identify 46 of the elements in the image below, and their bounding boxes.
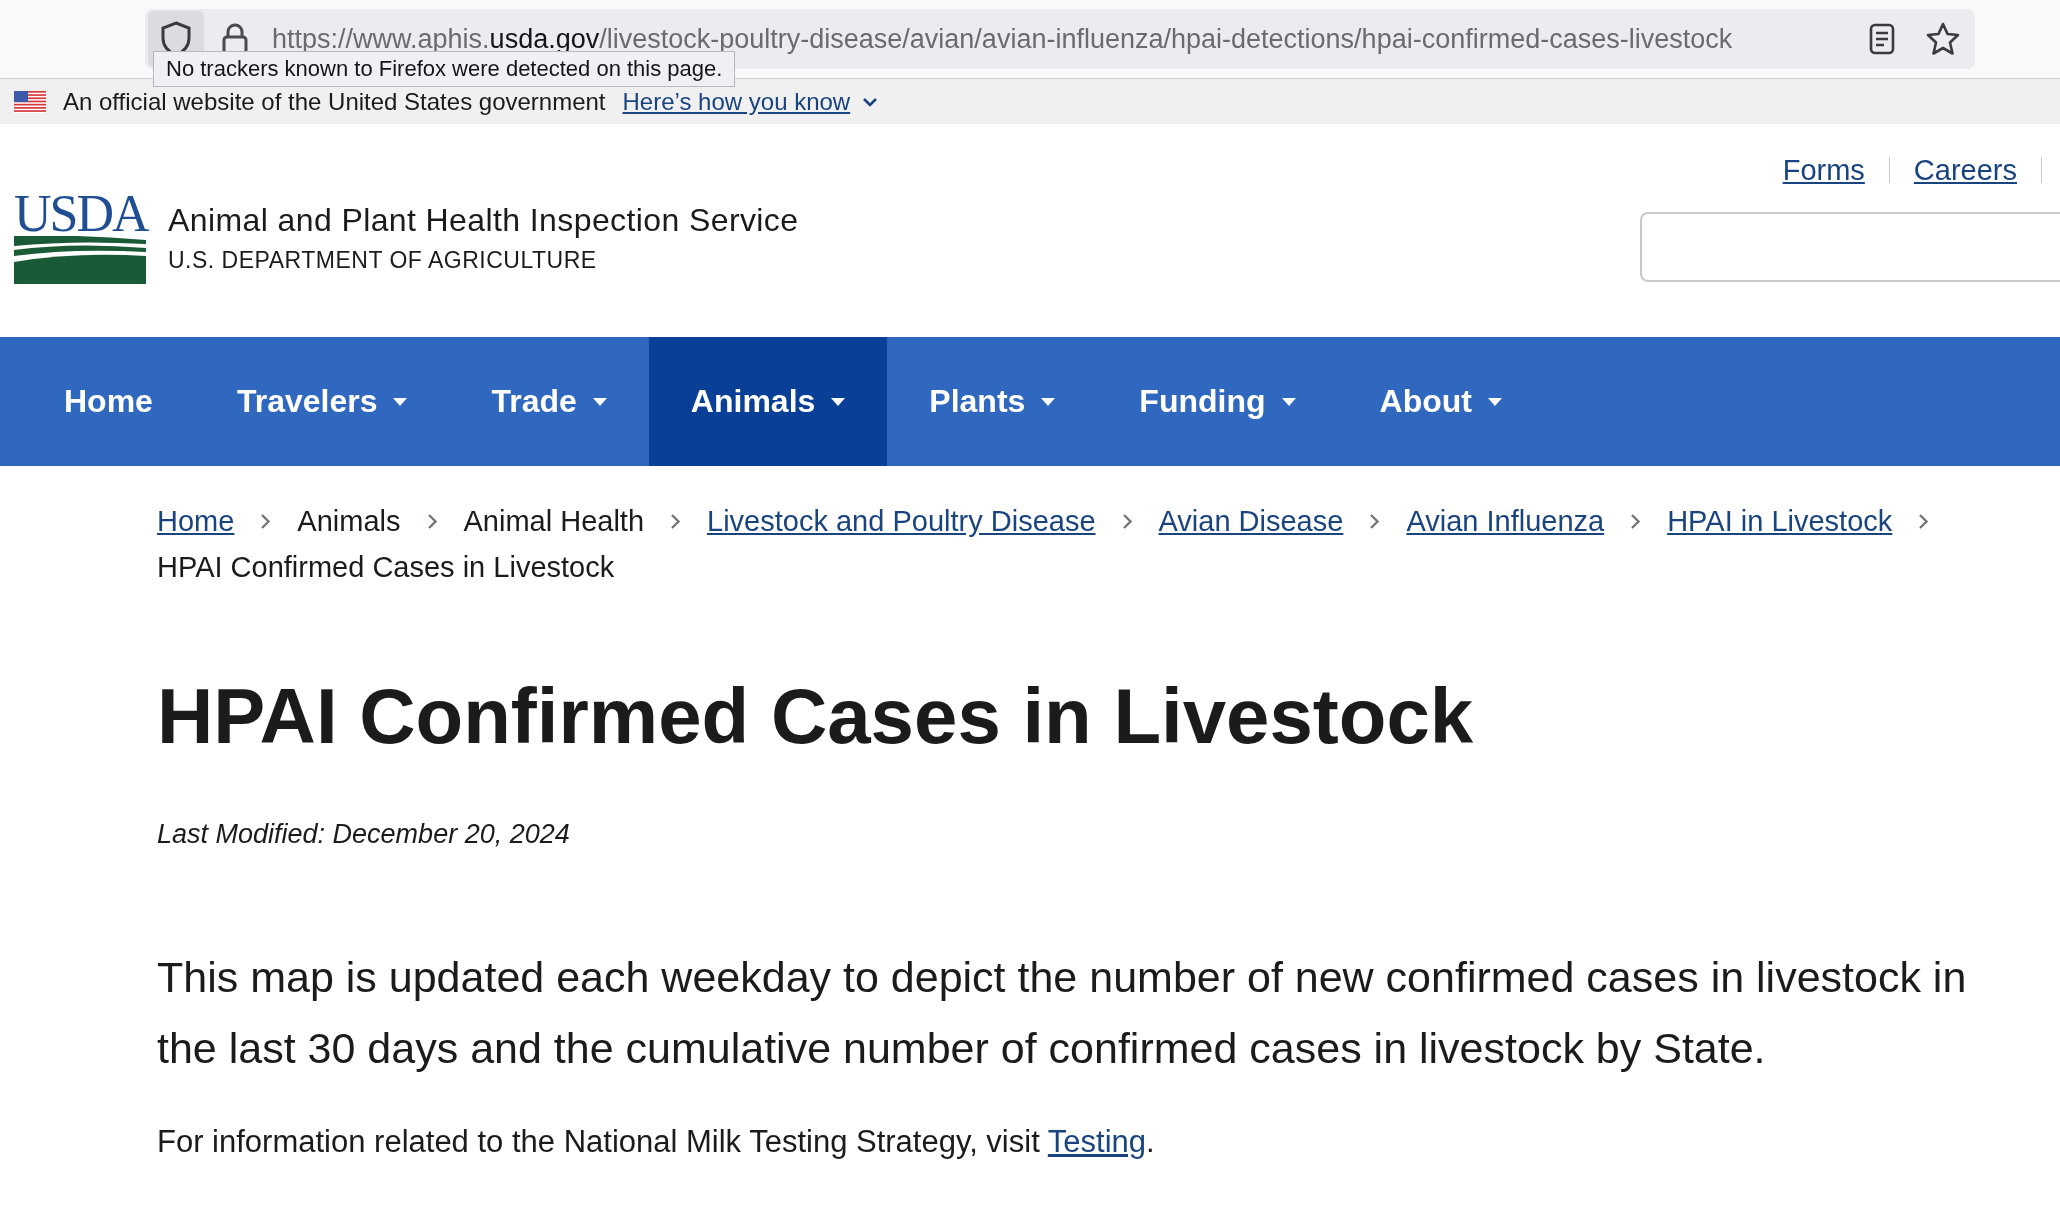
department-name: U.S. DEPARTMENT OF AGRICULTURE	[168, 246, 598, 274]
nav-menu-item[interactable]: Funding	[1097, 337, 1338, 466]
nav-menu-item[interactable]: Travelers	[194, 337, 450, 466]
breadcrumb-text: Animal Health	[463, 504, 645, 539]
breadcrumb-text: HPAI Confirmed Cases in Livestock	[157, 550, 615, 585]
intro-paragraph: This map is updated each weekday to depict the number of new confirmed cases in livestock in the last 30 days and the cumulative number of confirmed cases in livestock by State.	[157, 951, 1968, 1074]
tooltip: No trackers known to Firefox were detected on this page.	[153, 51, 736, 87]
header-link[interactable]: Careers	[1913, 153, 2017, 187]
chevron-right-icon	[426, 512, 438, 530]
nav-menu-item[interactable]: Trade	[449, 337, 649, 466]
chevron-down-icon[interactable]	[862, 95, 879, 108]
header-link[interactable]: Forms	[1782, 153, 1865, 187]
nav-menu-item[interactable]: Plants	[887, 337, 1098, 466]
agency-name: Animal and Plant Health Inspection Service	[168, 201, 799, 239]
how-you-know-link[interactable]: Here’s how you know	[622, 87, 851, 116]
chevron-right-icon	[670, 512, 682, 530]
chevron-right-icon	[1918, 512, 1930, 530]
chevron-right-icon	[1121, 512, 1133, 530]
caret-icon	[831, 397, 846, 406]
breadcrumb-link[interactable]: Livestock and Poultry Disease	[707, 498, 1096, 544]
breadcrumb-link[interactable]: Avian Influenza	[1406, 498, 1605, 544]
breadcrumb-link[interactable]: HPAI in Livestock	[1667, 498, 1893, 544]
caret-icon	[393, 397, 408, 406]
breadcrumb-link[interactable]: Avian Disease	[1158, 498, 1344, 544]
fields-logo-icon[interactable]	[14, 235, 146, 284]
us-flag-icon	[14, 90, 46, 113]
official-website-text: An official website of the United States government	[63, 87, 606, 116]
search-field[interactable]	[1640, 212, 2060, 282]
nav-menu-item[interactable]: Animals	[648, 337, 888, 466]
caret-icon	[1487, 397, 1502, 406]
chevron-right-icon	[1369, 512, 1381, 530]
testing-link[interactable]: Testing	[1047, 1123, 1147, 1159]
bookmark-star-icon[interactable]	[1925, 21, 1961, 57]
breadcrumb-link[interactable]: Home	[157, 498, 235, 544]
testing-note-text: For information related to the National Milk Testing Strategy, visit Testing.	[157, 1123, 1156, 1160]
caret-icon	[592, 397, 607, 406]
breadcrumb-text: Animals	[297, 504, 401, 539]
chevron-right-icon	[1630, 512, 1642, 530]
chevron-right-icon	[260, 512, 272, 530]
last-modified-text: Last Modified: December 20, 2024	[157, 818, 571, 850]
nav-menu-item[interactable]: About	[1337, 337, 1544, 466]
caret-icon	[1281, 397, 1296, 406]
page-title: HPAI Confirmed Cases in Livestock	[157, 671, 1475, 762]
reader-view-icon[interactable]	[1869, 23, 1895, 55]
nav-menu-item[interactable]: Home	[22, 337, 195, 466]
caret-icon	[1041, 397, 1056, 406]
